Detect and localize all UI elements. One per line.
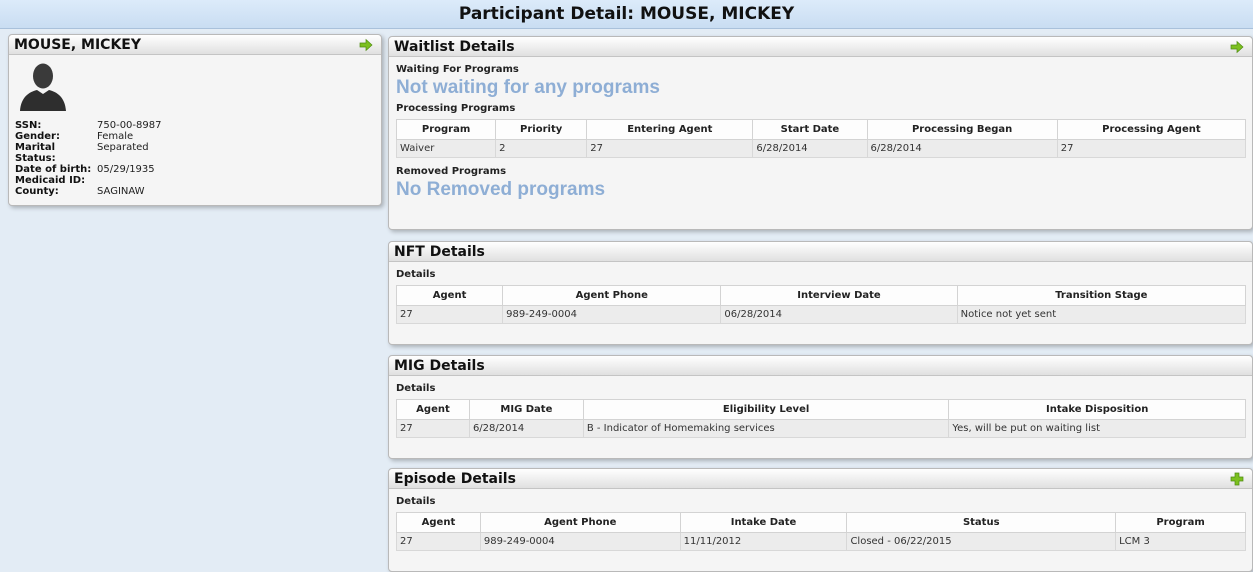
column-header: Program	[1115, 512, 1246, 533]
profile-card: MOUSE, MICKEY SSN: 750-00-8987 Gender: Fema…	[8, 34, 382, 206]
profile-field-value: SAGINAW	[97, 186, 145, 197]
profile-name: MOUSE, MICKEY	[14, 37, 142, 53]
table-cell: Waiver	[395, 139, 497, 158]
column-header: Entering Agent	[586, 119, 754, 140]
mig-header: MIG Details	[389, 356, 1252, 376]
profile-field-row: Date of birth: 05/29/1935	[15, 164, 161, 175]
table-row[interactable]: 27 989-249-0004 11/11/2012 Closed - 06/22/2…	[396, 532, 1246, 551]
profile-card-header: MOUSE, MICKEY	[9, 35, 381, 55]
column-header: Intake Disposition	[948, 399, 1246, 420]
profile-fields: SSN: 750-00-8987 Gender: Female Marital Stat…	[15, 120, 161, 197]
column-header: Interview Date	[720, 285, 958, 306]
profile-field-value: Separated	[97, 142, 149, 153]
column-header: Agent	[396, 512, 481, 533]
column-header: Program	[395, 119, 497, 140]
profile-field-row: Gender: Female	[15, 131, 161, 142]
table-cell: LCM 3	[1115, 532, 1246, 551]
column-header: Priority	[495, 119, 588, 140]
table-cell: 27	[395, 305, 504, 324]
table-cell: B - Indicator of Homemaking services	[582, 419, 950, 438]
column-header: Processing Agent	[1056, 119, 1247, 140]
episode-card: Episode Details Details Agent Agent Phone…	[388, 468, 1253, 572]
table-cell: Yes, will be put on waiting list	[948, 419, 1246, 438]
profile-field-label: County:	[15, 186, 59, 197]
table-cell: Closed - 06/22/2015	[846, 532, 1117, 551]
column-header: Agent	[396, 399, 470, 420]
person-silhouette-icon	[20, 63, 66, 111]
table-row[interactable]: 27 989-249-0004 06/28/2014 Notice not yet s…	[395, 305, 1247, 324]
profile-field-row: Medicaid ID:	[15, 175, 161, 186]
waiting-programs-label: Waiting For Programs	[396, 64, 519, 75]
profile-field-row: SSN: 750-00-8987	[15, 120, 161, 131]
column-header: Agent Phone	[479, 512, 681, 533]
column-header: Agent Phone	[502, 285, 722, 306]
table-row[interactable]: Waiver 2 27 6/28/2014 6/28/2014 27	[395, 139, 1247, 158]
profile-field-label: Medicaid ID:	[15, 175, 86, 186]
processing-table: Program Priority Entering Agent Start Date P…	[395, 119, 1247, 158]
table-cell: 06/28/2014	[720, 305, 958, 324]
nft-title: NFT Details	[394, 244, 485, 260]
episode-title: Episode Details	[394, 471, 516, 487]
table-cell: 6/28/2014	[468, 419, 584, 438]
table-cell: 989-249-0004	[502, 305, 722, 324]
column-header: Transition Stage	[956, 285, 1247, 306]
table-cell: 27	[396, 532, 481, 551]
table-cell: 27	[586, 139, 754, 158]
profile-field-label: Marital Status:	[15, 142, 56, 164]
profile-field-value	[97, 175, 161, 186]
table-cell: 6/28/2014	[752, 139, 868, 158]
profile-field-value: 05/29/1935	[97, 164, 155, 175]
column-header: Eligibility Level	[582, 399, 950, 420]
mig-table: Agent MIG Date Eligibility Level Intake Dis…	[396, 399, 1246, 438]
plus-icon[interactable]	[1230, 472, 1244, 486]
column-header: Processing Began	[866, 119, 1058, 140]
mig-details-label: Details	[396, 383, 436, 394]
nft-card: NFT Details Details Agent Agent Phone Inte…	[388, 241, 1253, 345]
arrow-right-icon[interactable]	[359, 38, 373, 52]
mig-card: MIG Details Details Agent MIG Date Eligibi…	[388, 355, 1253, 459]
episode-table: Agent Agent Phone Intake Date Status Program…	[396, 512, 1246, 551]
column-header: Start Date	[752, 119, 868, 140]
profile-field-value: Female	[97, 131, 134, 142]
table-cell: 2	[495, 139, 588, 158]
waitlist-header: Waitlist Details	[389, 37, 1252, 57]
removed-programs-label: Removed Programs	[396, 166, 507, 177]
table-cell: 6/28/2014	[866, 139, 1058, 158]
mig-title: MIG Details	[394, 358, 485, 374]
column-header: Intake Date	[679, 512, 848, 533]
table-cell: 11/11/2012	[679, 532, 848, 551]
page-title: Participant Detail: MOUSE, MICKEY	[0, 0, 1253, 29]
processing-programs-label: Processing Programs	[396, 103, 516, 114]
table-row[interactable]: 27 6/28/2014 B - Indicator of Homemaking s…	[396, 419, 1246, 438]
episode-details-label: Details	[396, 496, 436, 507]
profile-field-value: 750-00-8987	[97, 120, 162, 131]
waitlist-card: Waitlist Details Waiting For Programs No…	[388, 36, 1253, 230]
nft-details-label: Details	[396, 269, 436, 280]
profile-field-label: Date of birth:	[15, 164, 92, 175]
profile-field-row: Marital Status: Separated	[15, 142, 161, 164]
arrow-right-icon[interactable]	[1230, 40, 1244, 54]
column-header: MIG Date	[468, 399, 584, 420]
nft-table: Agent Agent Phone Interview Date Transition…	[395, 285, 1247, 324]
profile-field-label: SSN:	[15, 120, 42, 131]
waitlist-title: Waitlist Details	[394, 39, 515, 55]
removed-empty-message: No Removed programs	[396, 179, 606, 200]
column-header: Agent	[395, 285, 504, 306]
table-cell: Notice not yet sent	[956, 305, 1247, 324]
table-cell: 27	[1056, 139, 1247, 158]
profile-field-label: Gender:	[15, 131, 60, 142]
profile-field-row: County: SAGINAW	[15, 186, 161, 197]
episode-header: Episode Details	[389, 469, 1252, 489]
table-cell: 989-249-0004	[479, 532, 681, 551]
table-cell: 27	[396, 419, 470, 438]
waiting-empty-message: Not waiting for any programs	[396, 77, 660, 98]
nft-header: NFT Details	[389, 242, 1252, 262]
column-header: Status	[846, 512, 1117, 533]
